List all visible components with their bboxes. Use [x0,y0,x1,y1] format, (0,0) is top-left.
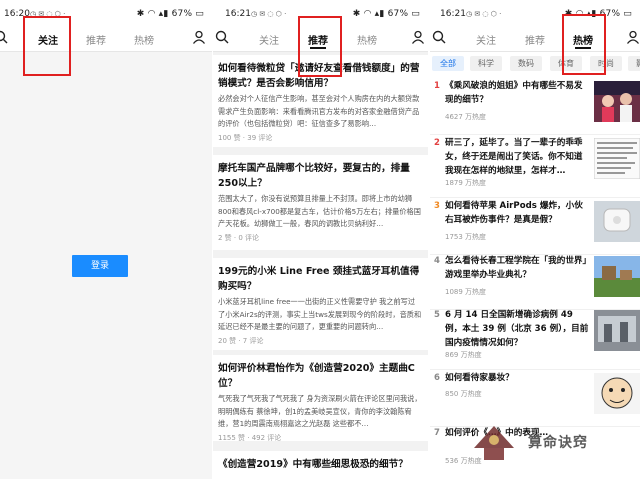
hot-rank: 4 [434,256,440,266]
hot-thumbnail [594,81,640,122]
tab-follow[interactable]: 关注 [476,32,496,47]
search-icon[interactable] [0,30,8,44]
hot-rank: 7 [434,428,440,438]
tab-recommend[interactable]: 推荐 [86,32,106,47]
feed-question[interactable]: 《创造营2019》中有哪些细思极恐的细节？ [218,457,422,472]
hot-title[interactable]: 《乘风破浪的姐姐》中有哪些不易发现的细节？ [445,79,590,107]
hot-thumbnail [594,138,640,179]
hot-item[interactable]: 4 怎么看待长春工程学院在「我的世界」游戏里举办毕业典礼？ 1089 万热度 [430,254,640,310]
hot-rank: 1 [434,81,440,91]
status-time: 16:21 [440,9,466,19]
highlight-box [562,14,606,75]
category-chips: 全部 科学 数码 体育 时尚 影 [430,53,640,73]
feed-excerpt: 范围太大了，你没有说预算且排量上不封顶。即将上市的幼狮800和春风cl-x700… [218,194,421,228]
watermark-logo [474,426,514,460]
feed-question[interactable]: 199元的小米 Line Free 颈挂式蓝牙耳机值得购买吗？ [218,264,422,294]
hot-title[interactable]: 怎么看待长春工程学院在「我的世界」游戏里举办毕业典礼？ [445,254,590,282]
status-bar: 16:21 ◷ ✉ ◌ ⬡ · ✱ ◠ ▴▮ 67% ▭ [430,0,640,25]
feed-card[interactable]: 如何评价林君怡作为《创造营2020》主题曲C位？ 气死我了气死我了气死我了 身为… [213,355,428,442]
profile-icon[interactable] [192,30,206,44]
feed-excerpt: 气死我了气死我了气死我了 身为资深刷火箭在评论区里问我说，明明偶练有 蔡徐坤，创… [218,394,422,428]
hot-heat: 1879 万热度 [445,179,487,187]
search-icon[interactable] [215,30,229,44]
battery-label: 67% [171,9,193,19]
feed-card[interactable]: 199元的小米 Line Free 颈挂式蓝牙耳机值得购买吗？ 小米蓝牙耳机li… [213,258,428,350]
hot-rank: 3 [434,201,440,211]
hot-title[interactable]: 如何看待家暴妆？ [445,371,590,385]
login-button[interactable]: 登录 [72,255,128,277]
hot-thumbnail [594,373,640,414]
battery-label: 67% [387,9,409,19]
hot-heat: 850 万热度 [445,390,482,398]
feed-meta: 2 赞 · 0 评论 [218,233,260,242]
recommend-screen: 16:21 ◷ ✉ ◌ ⬡ · ✱ ◠ ▴▮ 67% ▭ 关注 推荐 热榜 如何… [213,0,428,479]
feed-excerpt: 必然会对个人征信产生影响，甚至会对个人购房在内的大额贷款需求产生负面影响：来看看… [218,94,420,128]
hot-item[interactable]: 3 如何看待苹果 AirPods 爆炸，小伙右耳被炸伤事件？是真是假？ 1753… [430,199,640,255]
feed-meta: 20 赞 · 7 评论 [218,336,264,345]
tab-hot[interactable]: 热榜 [134,32,154,47]
chip-film[interactable]: 影 [628,56,640,71]
hot-heat: 1753 万热度 [445,233,487,241]
chip-digital[interactable]: 数码 [510,56,542,71]
hot-rank: 6 [434,373,440,383]
notification-icons: ◷ ✉ ◌ ⬡ · [466,10,502,18]
feed-question[interactable]: 摩托车国产品牌哪个比较好，要复古的，排量250以上？ [218,161,422,191]
hot-item[interactable]: 6 如何看待家暴妆？ 850 万热度 [430,371,640,427]
notification-icons: ◷ ✉ ◌ ⬡ · [251,10,287,18]
watermark-text: 算命诀窍 [528,435,588,451]
status-time: 16:21 [225,9,251,19]
search-icon[interactable] [432,30,446,44]
hot-item[interactable]: 2 研三了，延毕了。当了一辈子的乖乖女，终于还是闹出了笑话。你不知道我现在怎样的… [430,136,640,198]
hot-rank: 2 [434,138,440,148]
profile-icon[interactable] [411,30,425,44]
tab-follow[interactable]: 关注 [259,32,279,47]
status-right: ✱ ◠ ▴▮ 67% ▭ [352,9,420,19]
feed-excerpt: 小米蓝牙耳机line free一一出街的正义性需要守护 我之前写过了小米Air2… [218,297,422,331]
top-nav: 关注 推荐 热榜 [430,25,640,52]
hot-title[interactable]: 如何看待苹果 AirPods 爆炸，小伙右耳被炸伤事件？是真是假？ [445,199,590,227]
chip-science[interactable]: 科学 [470,56,502,71]
feed-meta: 1155 赞 · 492 评论 [218,433,282,442]
tab-recommend[interactable]: 推荐 [525,32,545,47]
hot-heat: 869 万热度 [445,351,482,359]
highlight-box [298,16,342,77]
feed-card[interactable]: 摩托车国产品牌哪个比较好，要复古的，排量250以上？ 范围太大了，你没有说预算且… [213,155,428,250]
chip-all[interactable]: 全部 [432,56,464,71]
hot-thumbnail [594,256,640,297]
hot-item[interactable]: 1 《乘风破浪的姐姐》中有哪些不易发现的细节？ 4627 万热度 [430,79,640,135]
hot-thumbnail [594,201,640,242]
screenshot-collage: 16:20 ◷ ✉ ◌ ⬡ · ✱ ◠ ▴▮ 67% ▭ 关注 推荐 热榜 登录… [0,0,640,479]
highlight-box [23,16,71,76]
hot-rank: 5 [434,310,440,320]
hot-heat: 1089 万热度 [445,288,487,296]
hot-thumbnail [594,310,640,351]
follow-screen: 16:20 ◷ ✉ ◌ ⬡ · ✱ ◠ ▴▮ 67% ▭ 关注 推荐 热榜 登录 [0,0,212,479]
feed-card[interactable]: 《创造营2019》中有哪些细思极恐的细节？ [213,451,428,479]
status-right: ✱ ◠ ▴▮ 67% ▭ [136,9,204,19]
feed-question[interactable]: 如何评价林君怡作为《创造营2020》主题曲C位？ [218,361,422,391]
hot-title[interactable]: 研三了，延毕了。当了一辈子的乖乖女，终于还是闹出了笑话。你不知道我现在怎样的地狱… [445,136,590,178]
profile-icon[interactable] [626,30,640,44]
hot-title[interactable]: 6 月 14 日全国新增确诊病例 49 例，本土 39 例（北京 36 例），目… [445,308,590,350]
feed-meta: 100 赞 · 39 评论 [218,133,273,142]
hot-list-screen: 16:21 ◷ ✉ ◌ ⬡ · ✱ ◠ ▴▮ 67% ▭ 关注 推荐 热榜 全部… [430,0,640,479]
hot-item[interactable]: 5 6 月 14 日全国新增确诊病例 49 例，本土 39 例（北京 36 例）… [430,308,640,370]
tab-hot[interactable]: 热榜 [357,32,377,47]
hot-heat: 4627 万热度 [445,113,487,121]
